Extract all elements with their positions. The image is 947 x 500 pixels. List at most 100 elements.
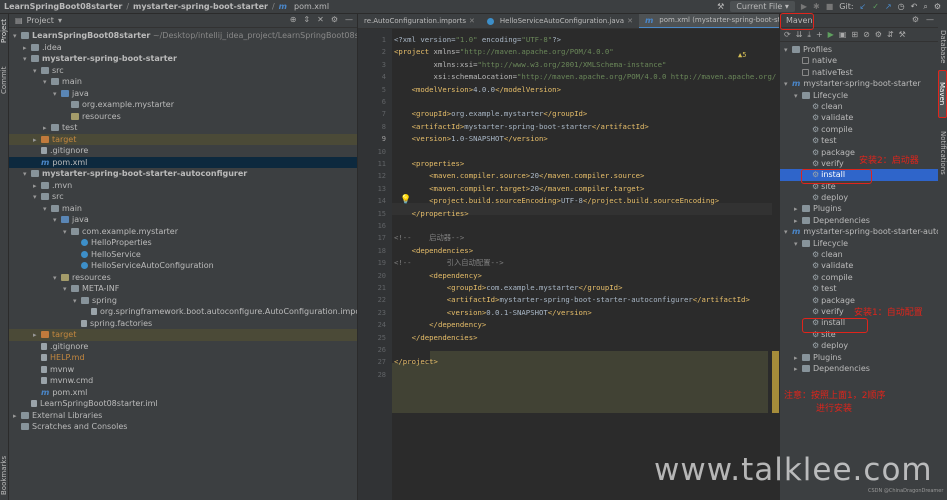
bookmarks-tool-tab[interactable]: Bookmarks: [0, 454, 9, 496]
project-tree-item[interactable]: ▸ .mvn: [9, 180, 357, 192]
project-tree-item[interactable]: Scratches and Consoles: [9, 421, 357, 433]
project-tree-item[interactable]: LearnSpringBoot08starter.iml: [9, 398, 357, 410]
revert-icon[interactable]: ↶: [911, 2, 918, 11]
maven-tree-item[interactable]: ▾mmystarter-spring-boot-starter-autoconf…: [780, 226, 938, 237]
chevron-right-icon[interactable]: ▸: [33, 330, 41, 341]
run-configuration-select[interactable]: Current File ▾: [730, 1, 795, 12]
maven-tree-item[interactable]: ⚙ validate: [780, 260, 938, 271]
commit-tool-tab[interactable]: Commit: [0, 64, 9, 96]
chevron-right-icon[interactable]: ▸: [794, 204, 802, 214]
maven-tree-item[interactable]: ▸ Dependencies: [780, 215, 938, 226]
gear-icon[interactable]: ⚙: [331, 15, 338, 24]
breadcrumb-module[interactable]: mystarter-spring-boot-starter: [133, 2, 268, 11]
dropdown-icon[interactable]: ▾: [58, 16, 62, 25]
add-icon[interactable]: +: [816, 30, 823, 39]
maven-tree-item[interactable]: ⚙ compile: [780, 124, 938, 135]
project-tree-item[interactable]: org.example.mystarter: [9, 99, 357, 111]
maven-tree-item[interactable]: ⚙ deploy: [780, 340, 938, 351]
project-tree-item[interactable]: ▾ java: [9, 214, 357, 226]
project-tree-item[interactable]: ▾ src: [9, 65, 357, 77]
chevron-down-icon[interactable]: ▾: [784, 227, 792, 237]
minimize-icon[interactable]: —: [345, 15, 353, 24]
project-tree-item[interactable]: mvnw.cmd: [9, 375, 357, 387]
project-tree-item[interactable]: HelloProperties: [9, 237, 357, 249]
settings-icon[interactable]: ⚙: [934, 2, 941, 11]
close-tab-icon[interactable]: ✕: [469, 14, 475, 28]
git-commit-icon[interactable]: ✓: [872, 2, 879, 11]
chevron-down-icon[interactable]: ▾: [63, 284, 71, 295]
project-tree-item[interactable]: ▾ LearnSpringBoot08starter ~/Desktop/inte…: [9, 30, 357, 42]
project-tree-item[interactable]: resources: [9, 111, 357, 123]
code-view[interactable]: 💡 ▲5 <?xml version="1.0" encoding="UTF-8…: [392, 29, 779, 500]
chevron-down-icon[interactable]: ▾: [794, 91, 802, 101]
project-tree-item[interactable]: ▸ target: [9, 133, 357, 145]
project-tree-item[interactable]: spring.factories: [9, 318, 357, 330]
notifications-tool-tab[interactable]: Notifications: [938, 122, 947, 184]
close-icon[interactable]: ✕: [317, 15, 324, 24]
chevron-down-icon[interactable]: ▾: [794, 239, 802, 249]
maven-tree-item[interactable]: ▸ Dependencies: [780, 363, 938, 374]
reload-icon[interactable]: ⟳: [784, 30, 791, 39]
project-tree-item[interactable]: mvnw: [9, 364, 357, 376]
project-tree-item[interactable]: HELP.md: [9, 352, 357, 364]
maven-tree-item[interactable]: ▾ Lifecycle: [780, 238, 938, 249]
project-tree-item[interactable]: HelloService: [9, 249, 357, 261]
project-tree-item[interactable]: ▾ spring: [9, 295, 357, 307]
chevron-down-icon[interactable]: ▾: [53, 215, 61, 226]
chevron-down-icon[interactable]: ▾: [13, 31, 21, 42]
project-tree-item[interactable]: ▸ test: [9, 122, 357, 134]
close-tab-icon[interactable]: ✕: [627, 14, 633, 28]
collapse-icon[interactable]: ⇕: [303, 15, 310, 24]
chevron-right-icon[interactable]: ▸: [43, 123, 51, 134]
search-icon[interactable]: ⌕: [923, 2, 927, 12]
maven-tree-item[interactable]: ▾ Lifecycle: [780, 90, 938, 101]
maven-tree-item[interactable]: nativeTest: [780, 67, 938, 78]
chevron-down-icon[interactable]: ▾: [43, 204, 51, 215]
maven-tree-item[interactable]: ⚙ deploy: [780, 192, 938, 203]
project-tree-item[interactable]: ▾ resources: [9, 272, 357, 284]
execute-goal-icon[interactable]: ▣: [839, 30, 847, 39]
maven-tree-item[interactable]: ▸ Plugins: [780, 203, 938, 214]
maven-tree-item[interactable]: ⚙ validate: [780, 112, 938, 123]
maven-tree-item[interactable]: ⚙ compile: [780, 272, 938, 283]
toggle-offline-icon[interactable]: ⊞: [851, 30, 858, 39]
chevron-right-icon[interactable]: ▸: [33, 181, 41, 192]
project-tree-item[interactable]: ▾ META-INF: [9, 283, 357, 295]
database-tool-tab[interactable]: Database: [938, 24, 947, 70]
expand-icon[interactable]: ⇵: [887, 30, 894, 39]
chevron-down-icon[interactable]: ▾: [73, 296, 81, 307]
checkbox-icon[interactable]: [802, 57, 809, 65]
chevron-down-icon[interactable]: ▾: [23, 169, 31, 180]
project-tree-item[interactable]: ▾ com.example.mystarter: [9, 226, 357, 238]
gear-icon[interactable]: ⚙: [912, 15, 919, 24]
project-tree-item[interactable]: ▸ .idea: [9, 42, 357, 54]
maven-tree-item[interactable]: ⚙ test: [780, 135, 938, 146]
maven-tree-item[interactable]: ⚙ test: [780, 283, 938, 294]
generate-sources-icon[interactable]: ⇊: [796, 30, 803, 39]
locate-icon[interactable]: ⊕: [290, 15, 297, 24]
project-tree-item[interactable]: .gitignore: [9, 145, 357, 157]
git-push-icon[interactable]: ↗: [885, 2, 892, 11]
project-tree-item[interactable]: ▸ External Libraries: [9, 410, 357, 422]
editor-tab[interactable]: HelloServiceAutoConfiguration.java ✕: [481, 14, 639, 28]
chevron-down-icon[interactable]: ▾: [33, 192, 41, 203]
debug-icon[interactable]: ✱: [813, 2, 820, 11]
chevron-right-icon[interactable]: ▸: [23, 43, 31, 54]
download-icon[interactable]: ⤓: [807, 30, 811, 40]
project-tree-item[interactable]: ▾ main: [9, 76, 357, 88]
chevron-down-icon[interactable]: ▾: [53, 89, 61, 100]
chevron-right-icon[interactable]: ▸: [13, 411, 21, 422]
history-icon[interactable]: ◷: [898, 2, 905, 11]
editor-tab[interactable]: m pom.xml (mystarter-spring-boot-starter)…: [638, 14, 779, 28]
project-tree-item[interactable]: m pom.xml: [9, 387, 357, 399]
chevron-right-icon[interactable]: ▸: [794, 364, 802, 374]
project-tree-item[interactable]: HelloServiceAutoConfiguration: [9, 260, 357, 272]
maven-tool-tab[interactable]: Maven: [938, 70, 947, 118]
git-update-icon[interactable]: ↙: [860, 2, 867, 11]
chevron-down-icon[interactable]: ▾: [784, 79, 792, 89]
chevron-down-icon[interactable]: ▾: [63, 227, 71, 238]
project-tree-item[interactable]: ▾ main: [9, 203, 357, 215]
hammer-icon[interactable]: ⚒: [717, 2, 724, 11]
project-tree-item[interactable]: ▾ java: [9, 88, 357, 100]
run-icon[interactable]: ▶: [828, 30, 834, 39]
